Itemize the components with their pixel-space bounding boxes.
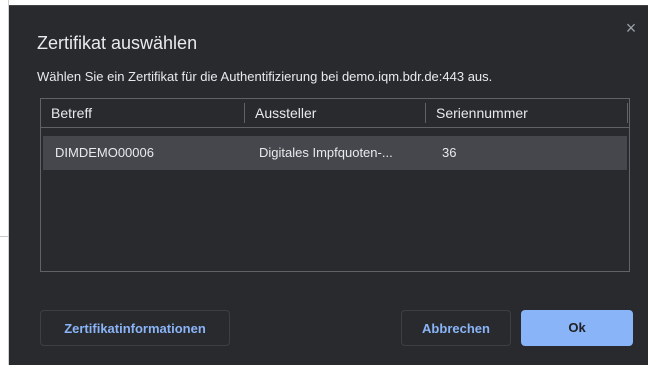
ok-button[interactable]: Ok [521, 310, 633, 346]
column-header-serial[interactable]: Seriennummer [436, 99, 528, 127]
column-header-issuer[interactable]: Aussteller [255, 99, 316, 127]
certificate-table: Betreff Aussteller Seriennummer DIMDEMO0… [40, 98, 630, 272]
column-divider[interactable] [627, 103, 628, 123]
dialog-subtitle: Wählen Sie ein Zertifikat für die Authen… [37, 69, 493, 84]
column-divider[interactable] [425, 103, 426, 123]
cell-subject: DIMDEMO00006 [55, 145, 154, 160]
background-divider [0, 236, 9, 237]
close-icon[interactable]: × [622, 19, 640, 37]
certificate-dialog: × Zertifikat auswählen Wählen Sie ein Ze… [9, 5, 648, 365]
page: × Zertifikat auswählen Wählen Sie ein Ze… [0, 0, 648, 365]
certificate-info-button[interactable]: Zertifikatinformationen [40, 310, 230, 346]
column-divider[interactable] [244, 103, 245, 123]
column-header-subject[interactable]: Betreff [51, 99, 92, 127]
cancel-button[interactable]: Abbrechen [401, 310, 511, 346]
dialog-title: Zertifikat auswählen [37, 33, 198, 53]
table-header: Betreff Aussteller Seriennummer [41, 99, 629, 128]
cell-serial: 36 [442, 145, 457, 160]
background-window-edge [0, 0, 9, 365]
cell-issuer: Digitales Impfquoten-... [259, 145, 393, 160]
table-row[interactable]: DIMDEMO00006 Digitales Impfquoten-... 36 [43, 136, 627, 170]
